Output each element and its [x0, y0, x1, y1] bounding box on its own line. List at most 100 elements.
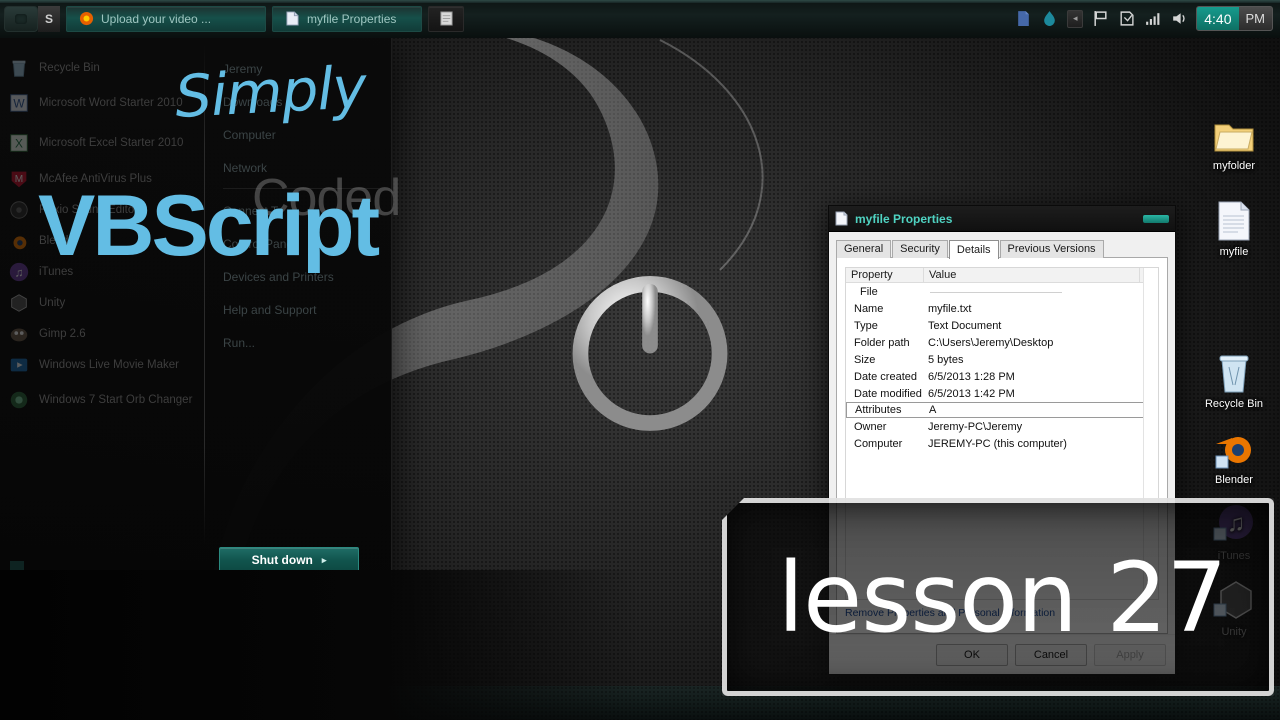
text-file-icon: [286, 11, 299, 26]
desktop-icon-myfolder[interactable]: myfolder: [1196, 110, 1272, 173]
start-menu-item-label: Blender: [39, 234, 79, 247]
svg-text:X: X: [15, 137, 23, 151]
row-property: Type: [854, 319, 878, 332]
recycle-bin-icon: [12, 60, 26, 77]
mcafee-icon: M: [11, 171, 27, 187]
row-property: File: [860, 285, 878, 298]
start-menu-item-label: iTunes: [39, 265, 74, 278]
start-menu-item-label: Unity: [39, 296, 66, 309]
row-value: Text Document: [928, 319, 1002, 332]
tab-previous-versions[interactable]: Previous Versions: [999, 240, 1104, 258]
row-property: Attributes: [855, 404, 902, 416]
desktop-icon-blender[interactable]: Blender: [1196, 424, 1272, 487]
chevron-right-icon[interactable]: ▸: [322, 555, 327, 566]
start-menu-programs-list: Recycle Bin W Microsoft Word Starter 201…: [0, 38, 205, 585]
start-orb-icon: [15, 13, 27, 24]
start-menu-item[interactable]: M McAfee AntiVirus Plus: [0, 163, 205, 194]
row-property: Date modified: [854, 387, 922, 400]
dialog-title-label: myfile Properties: [855, 211, 953, 226]
start-menu-place-network[interactable]: Network: [215, 151, 391, 184]
taskbar[interactable]: S Upload your video ... myfile Propertie…: [0, 0, 1280, 38]
start-orb-button[interactable]: [4, 5, 38, 32]
start-menu-item-label: Roxio Sound Editor: [39, 203, 139, 216]
svg-text:♫: ♫: [15, 265, 24, 279]
start-menu-item[interactable]: Roxio Sound Editor: [0, 194, 205, 225]
teal-drop-icon[interactable]: [1041, 10, 1058, 27]
start-menu-place-jeremy[interactable]: Jeremy: [215, 52, 391, 85]
taskbar-button-upload-your-video[interactable]: Upload your video ...: [66, 5, 266, 32]
start-menu[interactable]: Recycle Bin W Microsoft Word Starter 201…: [0, 38, 392, 586]
volume-icon[interactable]: [1170, 10, 1187, 27]
system-tray: ◂ 4:40 PM: [1015, 6, 1280, 31]
minimize-button[interactable]: [1143, 214, 1169, 223]
table-row[interactable]: Type Text Document: [846, 317, 1158, 334]
row-property: Date created: [854, 370, 917, 383]
row-value: 6/5/2013 1:28 PM: [928, 370, 1015, 383]
row-property: Size: [854, 353, 876, 366]
start-letter-button[interactable]: S: [38, 5, 60, 32]
svg-text:M: M: [15, 173, 23, 184]
roxio-icon: [10, 200, 28, 219]
tab-details[interactable]: Details: [948, 240, 999, 259]
folder-icon: [1196, 110, 1272, 156]
table-row[interactable]: Name myfile.txt: [846, 300, 1158, 317]
taskbar-button-label: myfile Properties: [307, 11, 397, 26]
show-hidden-icons-button[interactable]: ◂: [1067, 9, 1084, 28]
start-menu-item-label: Gimp 2.6: [39, 327, 86, 340]
start-menu-place-help-and-support[interactable]: Help and Support: [215, 293, 391, 326]
start-menu-item-label: Windows Live Movie Maker: [39, 358, 179, 371]
table-row[interactable]: Date modified 6/5/2013 1:42 PM: [846, 385, 1158, 402]
start-menu-item[interactable]: Windows Live Movie Maker: [0, 349, 205, 380]
start-menu-place-control-panel[interactable]: Control Panel: [215, 227, 391, 260]
table-row[interactable]: File: [846, 283, 1158, 300]
action-center-icon[interactable]: [1118, 10, 1135, 27]
start-menu-item[interactable]: Windows 7 Start Orb Changer: [0, 380, 205, 420]
start-menu-item[interactable]: ♫ iTunes: [0, 256, 205, 287]
taskbar-button-notepad[interactable]: [428, 5, 464, 32]
flag-icon[interactable]: [1092, 10, 1109, 27]
table-row[interactable]: Size 5 bytes: [846, 351, 1158, 368]
start-menu-place-connect-to[interactable]: Connect To: [215, 194, 391, 227]
table-row[interactable]: Folder path C:\Users\Jeremy\Desktop: [846, 334, 1158, 351]
row-value: 6/5/2013 1:42 PM: [928, 387, 1015, 400]
desktop-icon-myfile[interactable]: myfile: [1196, 196, 1272, 259]
taskbar-button-label: Upload your video ...: [101, 11, 212, 26]
text-file-icon: [1196, 196, 1272, 242]
clock-time: 4:40: [1197, 7, 1239, 30]
start-menu-item-label: Recycle Bin: [39, 61, 100, 74]
start-menu-divider: [223, 188, 379, 189]
network-signal-icon[interactable]: [1144, 10, 1161, 27]
taskbar-button-myfile-properties[interactable]: myfile Properties: [272, 5, 422, 32]
column-header-value[interactable]: Value: [924, 268, 1140, 282]
start-menu-item-label: Windows 7 Start Orb Changer: [39, 394, 193, 406]
start-menu-place-computer[interactable]: Computer: [215, 118, 391, 151]
start-menu-item[interactable]: Blender: [0, 225, 205, 256]
row-value: JEREMY-PC (this computer): [928, 437, 1067, 450]
table-row[interactable]: Owner Jeremy-PC\Jeremy: [846, 418, 1158, 435]
desktop-icon-label: Blender: [1215, 474, 1253, 486]
start-menu-place-devices-and-printers[interactable]: Devices and Printers: [215, 260, 391, 293]
start-menu-place-downloads[interactable]: Downloads: [215, 85, 391, 118]
taskbar-clock[interactable]: 4:40 PM: [1196, 6, 1273, 31]
column-header-property[interactable]: Property: [846, 268, 924, 282]
table-row[interactable]: Computer JEREMY-PC (this computer): [846, 435, 1158, 452]
recycle-bin-icon: [1196, 348, 1272, 394]
start-menu-item[interactable]: W Microsoft Word Starter 2010: [0, 83, 205, 123]
start-menu-item[interactable]: X Microsoft Excel Starter 2010: [0, 123, 205, 163]
table-row[interactable]: Date created 6/5/2013 1:28 PM: [846, 368, 1158, 385]
blue-document-icon[interactable]: [1015, 10, 1032, 27]
start-menu-item[interactable]: Unity: [0, 287, 205, 318]
tab-general[interactable]: General: [836, 240, 892, 258]
row-property: Owner: [854, 420, 887, 433]
dialog-title-bar[interactable]: myfile Properties: [829, 206, 1175, 232]
start-menu-item[interactable]: Gimp 2.6: [0, 318, 205, 349]
lesson-overlay-label: lesson 27: [777, 542, 1227, 654]
taskbar-top-accent: [0, 0, 1280, 3]
desktop-icon-recycle-bin[interactable]: Recycle Bin: [1196, 348, 1272, 411]
start-menu-place-run[interactable]: Run...: [215, 326, 391, 359]
tab-security[interactable]: Security: [892, 240, 948, 258]
start-menu-item[interactable]: Recycle Bin: [0, 52, 205, 83]
screen: Simply Coded VBScript Recycle Bin W Micr…: [0, 0, 1280, 720]
start-menu-places-list: Jeremy Downloads Computer Network Connec…: [205, 38, 391, 585]
table-row-selected[interactable]: Attributes A: [846, 402, 1158, 418]
